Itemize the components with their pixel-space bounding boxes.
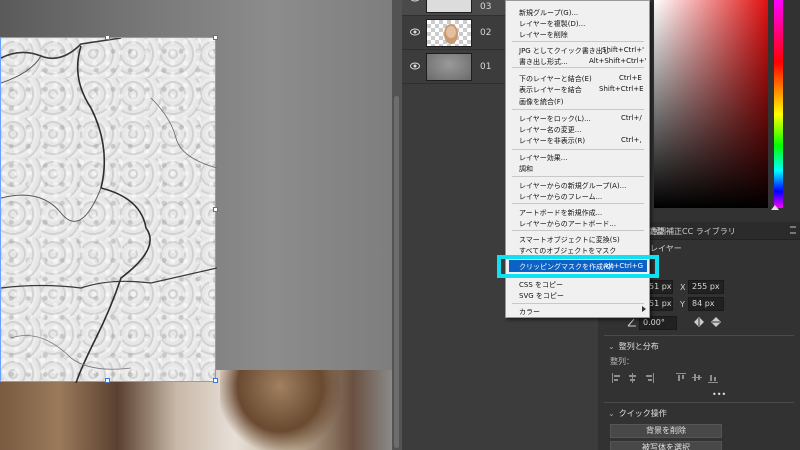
menu-divider [512, 41, 644, 42]
menu-shortcut: Shift+Ctrl+E [599, 85, 644, 93]
layer-number: 03 [480, 2, 492, 12]
transform-handle-bottom-right[interactable] [213, 378, 218, 383]
menu-item[interactable]: CSS をコピー [519, 280, 563, 290]
menu-item[interactable]: スマートオブジェクトに変換(S) [519, 235, 620, 245]
tab-cc-libraries[interactable]: CC ライブラリ [682, 226, 736, 237]
highlight-callout-box [497, 255, 659, 278]
menu-item[interactable]: 調和 [519, 164, 533, 174]
y-field[interactable]: 84 px [688, 297, 724, 311]
remove-background-button[interactable]: 背景を削除 [610, 424, 722, 438]
hue-slider[interactable] [774, 0, 783, 208]
menu-divider [512, 67, 644, 68]
align-top-icon[interactable] [676, 373, 686, 383]
menu-item[interactable]: 新規グループ(G)... [519, 8, 578, 18]
angle-icon [627, 318, 636, 327]
chevron-down-icon: ⌄ [608, 342, 615, 351]
menu-item[interactable]: カラー [519, 307, 540, 317]
properties-layer-heading: レイヤー [650, 244, 682, 253]
canvas-scrollbar[interactable] [392, 0, 402, 450]
menu-item[interactable]: SVG をコピー [519, 291, 564, 301]
menu-item[interactable]: 画像を統合(F) [519, 97, 564, 107]
chevron-down-icon: ⌄ [608, 409, 615, 418]
align-left-icon[interactable] [612, 373, 622, 383]
menu-item[interactable]: JPG としてクイック書き出し [519, 46, 610, 56]
menu-item[interactable]: レイヤーからの新規グループ(A)... [519, 181, 626, 191]
transform-handle-top[interactable] [105, 35, 110, 40]
concrete-texture-layer[interactable] [0, 37, 217, 383]
x-label: X [680, 283, 686, 292]
align-label: 整列： [610, 357, 634, 366]
more-options-icon[interactable]: ••• [712, 390, 726, 399]
menu-divider [512, 176, 644, 177]
menu-item[interactable]: 書き出し形式... [519, 57, 568, 67]
menu-divider [512, 230, 644, 231]
align-right-icon[interactable] [644, 373, 654, 383]
align-bottom-icon[interactable] [708, 373, 718, 383]
layer-number: 02 [480, 28, 492, 38]
menu-shortcut: Ctrl+, [621, 136, 642, 144]
eye-icon[interactable] [410, 0, 420, 2]
menu-item[interactable]: 下のレイヤーと結合(E) [519, 74, 592, 84]
menu-item[interactable]: レイヤーからのアートボード... [519, 219, 616, 229]
x-field[interactable]: 255 px [688, 280, 724, 294]
menu-divider [512, 303, 644, 304]
menu-item[interactable]: レイヤー効果... [519, 153, 567, 163]
menu-item[interactable]: 表示レイヤーを結合 [519, 85, 582, 95]
align-center-v-icon[interactable] [692, 373, 702, 383]
menu-item[interactable]: レイヤーを削除 [519, 30, 568, 40]
menu-item[interactable]: レイヤーをロック(L)... [519, 114, 591, 124]
color-picker-field[interactable] [654, 0, 768, 208]
layer-number: 01 [480, 62, 492, 72]
flip-vertical-icon[interactable] [711, 316, 721, 328]
layer-thumbnail [426, 53, 472, 81]
menu-shortcut: Shift+Ctrl+' [602, 46, 645, 54]
layer-thumbnail [426, 19, 472, 47]
menu-shortcut: Ctrl+E [619, 74, 642, 82]
submenu-arrow-icon [642, 306, 646, 312]
eye-icon[interactable] [410, 62, 420, 70]
menu-divider [512, 203, 644, 204]
quick-actions-section-title[interactable]: ⌄ クイック操作 [608, 408, 667, 419]
menu-shortcut: Alt+Shift+Ctrl+' [589, 57, 647, 65]
menu-divider [512, 109, 644, 110]
scrollbar-thumb[interactable] [394, 96, 399, 448]
select-subject-button[interactable]: 被写体を選択 [610, 441, 722, 450]
layer-thumbnail [426, 0, 472, 13]
menu-item[interactable]: レイヤー名の変更... [519, 125, 581, 135]
crack-lines [1, 38, 217, 383]
transform-handle-right[interactable] [213, 207, 218, 212]
document-canvas[interactable] [0, 0, 392, 450]
panel-menu-icon[interactable] [790, 226, 796, 234]
menu-shortcut: Ctrl+/ [621, 114, 642, 122]
flip-horizontal-icon[interactable] [693, 317, 705, 327]
menu-item[interactable]: アートボードを新規作成... [519, 208, 602, 218]
hue-slider-marker[interactable] [771, 205, 779, 210]
transform-handle-top-right[interactable] [213, 35, 218, 40]
divider [604, 335, 794, 336]
photoshop-window: 03 02 01 調整 色調補正 CC ライブラリ レイヤー 51 px X 2… [0, 0, 800, 450]
transform-handle-bottom[interactable] [105, 378, 110, 383]
tab-tone[interactable]: 色調補正 [650, 226, 682, 237]
divider [604, 402, 794, 403]
menu-item[interactable]: レイヤーを非表示(R) [519, 136, 585, 146]
align-section-title[interactable]: ⌄ 整列と分布 [608, 341, 659, 352]
align-center-h-icon[interactable] [628, 373, 638, 383]
y-label: Y [680, 300, 685, 309]
angle-field[interactable]: 0.00° [639, 316, 677, 330]
menu-item[interactable]: レイヤーからのフレーム... [519, 192, 602, 202]
eye-icon[interactable] [410, 28, 420, 36]
menu-divider [512, 149, 644, 150]
menu-item[interactable]: レイヤーを複製(D)... [519, 19, 585, 29]
